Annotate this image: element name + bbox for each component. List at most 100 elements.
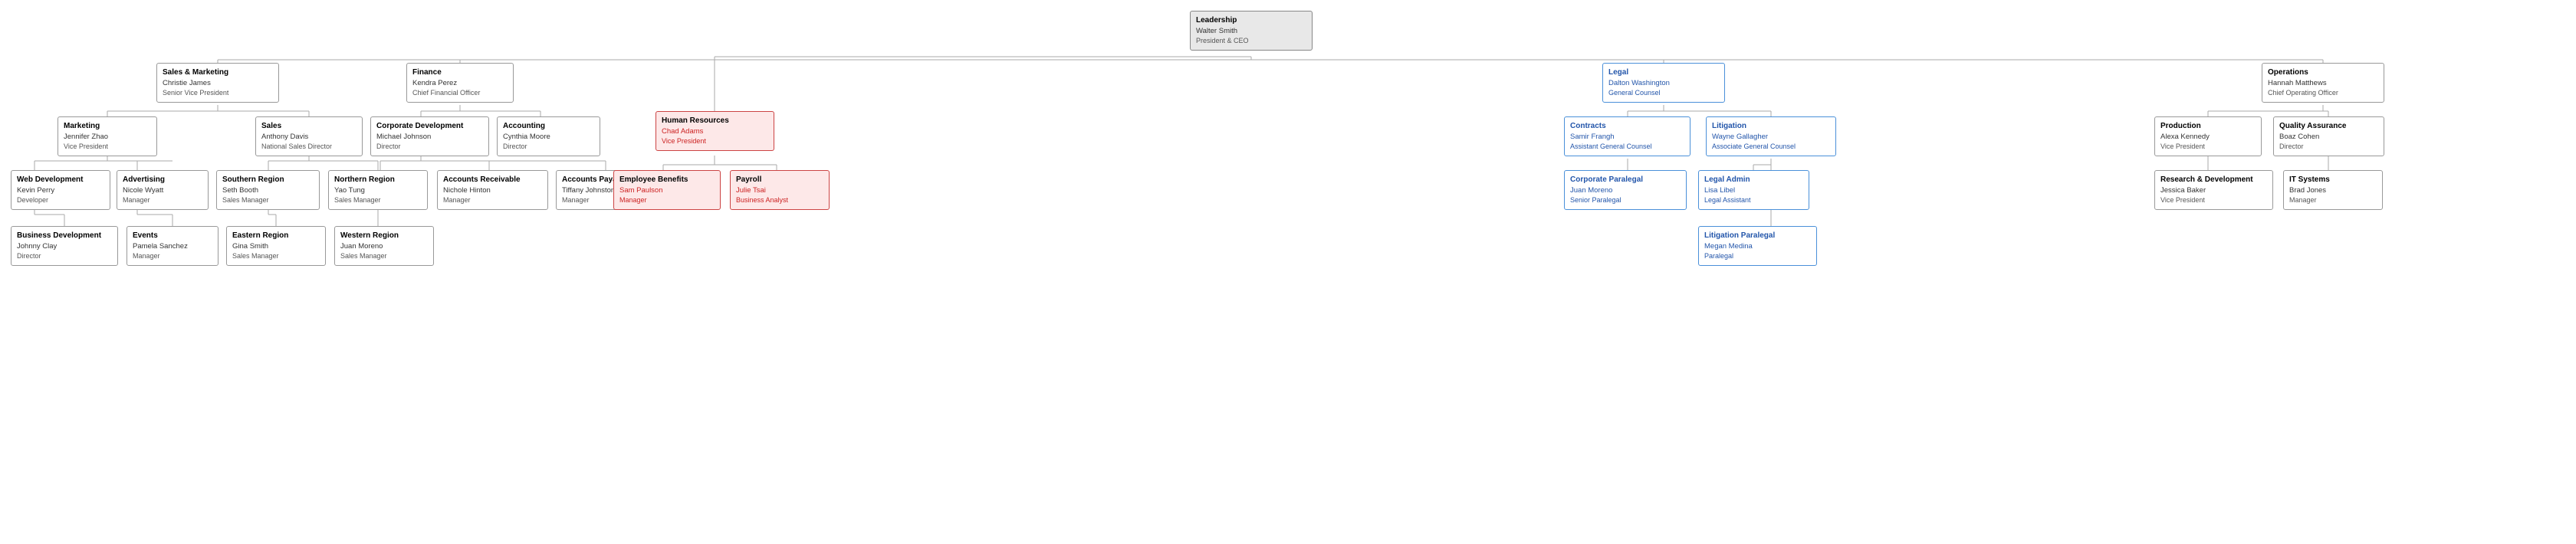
node-name: Chad Adams: [662, 126, 768, 136]
node-name: Pamela Sanchez: [133, 241, 212, 251]
node-title: Human Resources: [662, 116, 768, 126]
node-name: Kendra Perez: [412, 78, 508, 88]
node-name: Seth Booth: [222, 185, 314, 195]
node-role: Sales Manager: [334, 195, 422, 205]
node-role: Vice President: [64, 142, 151, 152]
node-name: Megan Medina: [1704, 241, 1811, 251]
node-name: Sam Paulson: [619, 185, 715, 195]
node-events: Events Pamela Sanchez Manager: [127, 226, 219, 266]
node-northern-region: Northern Region Yao Tung Sales Manager: [328, 170, 428, 210]
node-role: General Counsel: [1608, 88, 1719, 98]
node-role: Director: [17, 251, 112, 261]
node-name: Anthony Davis: [261, 132, 356, 142]
node-title: Production: [2160, 121, 2256, 132]
node-employee-benefits: Employee Benefits Sam Paulson Manager: [613, 170, 721, 210]
node-name: Kevin Perry: [17, 185, 104, 195]
node-title: Northern Region: [334, 175, 422, 185]
node-leadership: Leadership Walter Smith President & CEO: [1190, 11, 1313, 51]
node-role: Paralegal: [1704, 251, 1811, 261]
node-corporate-paralegal: Corporate Paralegal Juan Moreno Senior P…: [1564, 170, 1687, 210]
node-southern-region: Southern Region Seth Booth Sales Manager: [216, 170, 320, 210]
node-it-systems: IT Systems Brad Jones Manager: [2283, 170, 2383, 210]
node-legal-admin: Legal Admin Lisa Libel Legal Assistant: [1698, 170, 1809, 210]
node-sales-marketing: Sales & Marketing Christie James Senior …: [156, 63, 279, 103]
node-name: Dalton Washington: [1608, 78, 1719, 88]
node-role: Manager: [619, 195, 715, 205]
node-role: Sales Manager: [340, 251, 428, 261]
node-title: Marketing: [64, 121, 151, 132]
node-operations: Operations Hannah Matthews Chief Operati…: [2262, 63, 2384, 103]
node-title: Western Region: [340, 231, 428, 241]
node-role: Associate General Counsel: [1712, 142, 1830, 152]
node-title: Employee Benefits: [619, 175, 715, 185]
node-role: Director: [503, 142, 594, 152]
node-title: Southern Region: [222, 175, 314, 185]
node-title: Payroll: [736, 175, 823, 185]
node-name: Juan Moreno: [1570, 185, 1681, 195]
node-human-resources: Human Resources Chad Adams Vice Presiden…: [656, 111, 774, 151]
node-role: Chief Financial Officer: [412, 88, 508, 98]
node-role: Sales Manager: [222, 195, 314, 205]
node-title: Corporate Paralegal: [1570, 175, 1681, 185]
node-title: Corporate Development: [376, 121, 483, 132]
node-accounting: Accounting Cynthia Moore Director: [497, 116, 600, 156]
node-marketing: Marketing Jennifer Zhao Vice President: [58, 116, 157, 156]
node-accounts-receivable: Accounts Receivable Nichole Hinton Manag…: [437, 170, 548, 210]
node-quality-assurance: Quality Assurance Boaz Cohen Director: [2273, 116, 2384, 156]
node-role: Manager: [123, 195, 202, 205]
node-production: Production Alexa Kennedy Vice President: [2154, 116, 2262, 156]
node-title: Eastern Region: [232, 231, 320, 241]
node-title: Contracts: [1570, 121, 1684, 132]
node-title: Sales & Marketing: [163, 67, 273, 78]
node-research-development: Research & Development Jessica Baker Vic…: [2154, 170, 2273, 210]
node-role: Vice President: [2160, 142, 2256, 152]
node-name: Hannah Matthews: [2268, 78, 2378, 88]
node-name: Jessica Baker: [2160, 185, 2267, 195]
node-name: Walter Smith: [1196, 26, 1306, 36]
node-litigation-paralegal: Litigation Paralegal Megan Medina Parale…: [1698, 226, 1817, 266]
node-title: Sales: [261, 121, 356, 132]
node-title: Quality Assurance: [2279, 121, 2378, 132]
node-name: Yao Tung: [334, 185, 422, 195]
node-role: Business Analyst: [736, 195, 823, 205]
node-role: Manager: [133, 251, 212, 261]
node-name: Nichole Hinton: [443, 185, 542, 195]
node-western-region: Western Region Juan Moreno Sales Manager: [334, 226, 434, 266]
node-role: Developer: [17, 195, 104, 205]
node-role: National Sales Director: [261, 142, 356, 152]
node-role: Director: [2279, 142, 2378, 152]
node-name: Brad Jones: [2289, 185, 2377, 195]
node-advertising: Advertising Nicole Wyatt Manager: [117, 170, 209, 210]
node-title: Finance: [412, 67, 508, 78]
node-role: Senior Vice President: [163, 88, 273, 98]
node-name: Gina Smith: [232, 241, 320, 251]
node-role: Chief Operating Officer: [2268, 88, 2378, 98]
node-role: Vice President: [2160, 195, 2267, 205]
node-name: Cynthia Moore: [503, 132, 594, 142]
node-title: Litigation: [1712, 121, 1830, 132]
node-name: Juan Moreno: [340, 241, 428, 251]
node-eastern-region: Eastern Region Gina Smith Sales Manager: [226, 226, 326, 266]
node-name: Nicole Wyatt: [123, 185, 202, 195]
node-legal: Legal Dalton Washington General Counsel: [1602, 63, 1725, 103]
node-litigation: Litigation Wayne Gallagher Associate Gen…: [1706, 116, 1836, 156]
node-sales: Sales Anthony Davis National Sales Direc…: [255, 116, 363, 156]
org-chart: Leadership Walter Smith President & CEO …: [0, 0, 2576, 544]
node-title: Events: [133, 231, 212, 241]
node-role: Manager: [443, 195, 542, 205]
node-name: Wayne Gallagher: [1712, 132, 1830, 142]
node-business-development: Business Development Johnny Clay Directo…: [11, 226, 118, 266]
node-payroll: Payroll Julie Tsai Business Analyst: [730, 170, 830, 210]
node-name: Samir Frangh: [1570, 132, 1684, 142]
node-title: IT Systems: [2289, 175, 2377, 185]
node-title: Legal: [1608, 67, 1719, 78]
node-role: Legal Assistant: [1704, 195, 1803, 205]
node-role: Manager: [2289, 195, 2377, 205]
node-name: Lisa Libel: [1704, 185, 1803, 195]
node-title: Accounting: [503, 121, 594, 132]
node-contracts: Contracts Samir Frangh Assistant General…: [1564, 116, 1691, 156]
node-name: Johnny Clay: [17, 241, 112, 251]
node-role: Sales Manager: [232, 251, 320, 261]
node-name: Christie James: [163, 78, 273, 88]
node-name: Jennifer Zhao: [64, 132, 151, 142]
